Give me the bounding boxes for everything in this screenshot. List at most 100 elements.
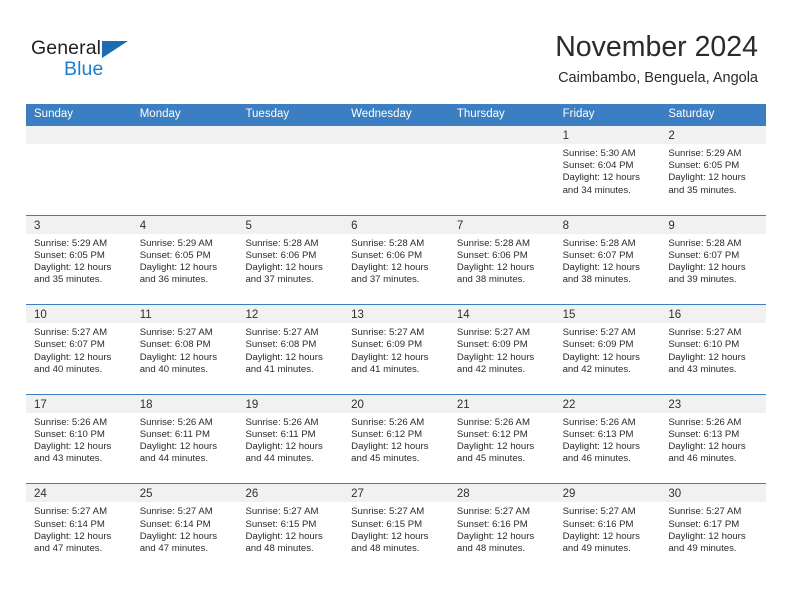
sunset-text: Sunset: 6:05 PM <box>34 249 105 261</box>
day-cell[interactable]: 2 Sunrise: 5:29 AM Sunset: 6:05 PM Dayli… <box>660 126 767 215</box>
sunset-text: Sunset: 6:14 PM <box>139 518 211 530</box>
sunset-text: Sunset: 6:16 PM <box>456 518 528 530</box>
day-details: Sunrise: 5:30 AM Sunset: 6:04 PM Dayligh… <box>555 144 661 197</box>
day-cell[interactable]: 28 Sunrise: 5:27 AM Sunset: 6:16 PM Dayl… <box>448 484 555 573</box>
sunset-text: Sunset: 6:08 PM <box>245 339 317 351</box>
sunset-text: Sunset: 6:09 PM <box>456 339 528 351</box>
title-block: November 2024 Caimbambo, Benguela, Angol… <box>555 30 758 87</box>
daylight-text-line2: and 44 minutes. <box>245 453 314 465</box>
daylight-text-line2: and 36 minutes. <box>139 274 208 286</box>
day-details: Sunrise: 5:27 AM Sunset: 6:14 PM Dayligh… <box>132 502 238 555</box>
daylight-text-line2: and 48 minutes. <box>351 542 420 554</box>
day-cell[interactable]: 6 Sunrise: 5:28 AM Sunset: 6:06 PM Dayli… <box>343 215 449 305</box>
day-cell[interactable]: 11 Sunrise: 5:27 AM Sunset: 6:08 PM Dayl… <box>131 305 238 394</box>
day-cell[interactable]: 25 Sunrise: 5:27 AM Sunset: 6:14 PM Dayl… <box>131 484 238 573</box>
day-number: 18 <box>139 398 153 411</box>
day-cell[interactable]: 30 Sunrise: 5:27 AM Sunset: 6:17 PM Dayl… <box>660 484 767 573</box>
day-cell[interactable] <box>237 126 344 215</box>
sunrise-text: Sunrise: 5:26 AM <box>245 416 319 428</box>
sunrise-text: Sunrise: 5:27 AM <box>245 327 319 339</box>
day-cell[interactable]: 14 Sunrise: 5:27 AM Sunset: 6:09 PM Dayl… <box>448 305 555 394</box>
day-number-band: 18 <box>131 394 238 413</box>
weekday-header-saturday: Saturday <box>668 108 715 120</box>
day-number: 9 <box>668 219 675 232</box>
day-cell[interactable]: 23 Sunrise: 5:26 AM Sunset: 6:13 PM Dayl… <box>660 394 767 484</box>
day-cell[interactable]: 9 Sunrise: 5:28 AM Sunset: 6:07 PM Dayli… <box>660 215 767 305</box>
day-cell[interactable] <box>343 126 449 215</box>
day-cell[interactable]: 15 Sunrise: 5:27 AM Sunset: 6:09 PM Dayl… <box>554 305 661 394</box>
day-cell[interactable]: 24 Sunrise: 5:27 AM Sunset: 6:14 PM Dayl… <box>26 484 132 573</box>
sunrise-text: Sunrise: 5:27 AM <box>34 506 108 518</box>
day-cell[interactable]: 19 Sunrise: 5:26 AM Sunset: 6:11 PM Dayl… <box>237 394 344 484</box>
day-cell[interactable]: 29 Sunrise: 5:27 AM Sunset: 6:16 PM Dayl… <box>554 484 661 573</box>
sunset-text: Sunset: 6:06 PM <box>456 249 528 261</box>
day-cell[interactable]: 8 Sunrise: 5:28 AM Sunset: 6:07 PM Dayli… <box>554 215 661 305</box>
day-cell[interactable]: 16 Sunrise: 5:27 AM Sunset: 6:10 PM Dayl… <box>660 305 767 394</box>
day-cell[interactable]: 13 Sunrise: 5:27 AM Sunset: 6:09 PM Dayl… <box>343 305 449 394</box>
day-number: 23 <box>668 398 682 411</box>
day-details: Sunrise: 5:26 AM Sunset: 6:13 PM Dayligh… <box>660 413 766 466</box>
page-title: November 2024 <box>555 31 758 63</box>
daylight-text-line1: Daylight: 12 hours <box>562 530 640 542</box>
daylight-text-line2: and 43 minutes. <box>34 453 103 465</box>
day-cell[interactable]: 1 Sunrise: 5:30 AM Sunset: 6:04 PM Dayli… <box>554 126 661 215</box>
day-cell[interactable]: 4 Sunrise: 5:29 AM Sunset: 6:05 PM Dayli… <box>131 215 238 305</box>
day-cell[interactable]: 18 Sunrise: 5:26 AM Sunset: 6:11 PM Dayl… <box>131 394 238 484</box>
day-details: Sunrise: 5:29 AM Sunset: 6:05 PM Dayligh… <box>26 234 132 287</box>
day-number-band: 16 <box>660 305 767 324</box>
day-cell[interactable]: 12 Sunrise: 5:27 AM Sunset: 6:08 PM Dayl… <box>237 305 344 394</box>
day-number: 1 <box>562 130 569 142</box>
day-details: Sunrise: 5:27 AM Sunset: 6:10 PM Dayligh… <box>660 323 766 376</box>
day-cell[interactable] <box>448 126 555 215</box>
day-cell[interactable]: 17 Sunrise: 5:26 AM Sunset: 6:10 PM Dayl… <box>26 394 132 484</box>
day-cell[interactable]: 26 Sunrise: 5:27 AM Sunset: 6:15 PM Dayl… <box>237 484 344 573</box>
day-number-band: 21 <box>448 394 555 413</box>
daylight-text-line1: Daylight: 12 hours <box>34 262 112 273</box>
day-cell[interactable]: 7 Sunrise: 5:28 AM Sunset: 6:06 PM Dayli… <box>448 215 555 305</box>
daylight-text-line1: Daylight: 12 hours <box>668 441 746 453</box>
day-number: 13 <box>351 309 364 322</box>
day-number: 27 <box>351 488 364 501</box>
day-cell[interactable]: 27 Sunrise: 5:27 AM Sunset: 6:15 PM Dayl… <box>343 484 449 573</box>
sunset-text: Sunset: 6:12 PM <box>456 428 528 440</box>
day-number-band: 20 <box>343 394 449 413</box>
day-details <box>132 144 238 148</box>
daylight-text-line1: Daylight: 12 hours <box>139 441 218 453</box>
weekday-header-sunday: Sunday <box>34 108 74 120</box>
day-details <box>449 144 555 148</box>
daylight-text-line2: and 46 minutes. <box>668 453 737 465</box>
sunrise-text: Sunrise: 5:27 AM <box>351 327 425 339</box>
day-details: Sunrise: 5:26 AM Sunset: 6:11 PM Dayligh… <box>132 413 238 466</box>
generalblue-logo[interactable]: General Blue <box>31 37 151 83</box>
sunset-text: Sunset: 6:13 PM <box>562 428 634 440</box>
day-cell[interactable] <box>131 126 238 215</box>
day-number-band: 27 <box>343 484 449 503</box>
day-details: Sunrise: 5:28 AM Sunset: 6:06 PM Dayligh… <box>343 234 449 287</box>
day-cell[interactable]: 3 Sunrise: 5:29 AM Sunset: 6:05 PM Dayli… <box>26 215 132 305</box>
sunrise-text: Sunrise: 5:30 AM <box>562 148 636 159</box>
sunset-text: Sunset: 6:13 PM <box>668 428 740 440</box>
day-number: 6 <box>351 219 358 232</box>
daylight-text-line1: Daylight: 12 hours <box>34 351 112 363</box>
daylight-text-line1: Daylight: 12 hours <box>139 262 218 273</box>
day-number-band <box>131 126 238 144</box>
logo-text-blue: Blue <box>64 58 104 80</box>
daylight-text-line1: Daylight: 12 hours <box>456 441 535 453</box>
day-details: Sunrise: 5:27 AM Sunset: 6:09 PM Dayligh… <box>449 323 555 376</box>
day-details: Sunrise: 5:26 AM Sunset: 6:13 PM Dayligh… <box>555 413 661 466</box>
day-cell[interactable]: 10 Sunrise: 5:27 AM Sunset: 6:07 PM Dayl… <box>26 305 132 394</box>
sunset-text: Sunset: 6:06 PM <box>245 249 317 261</box>
day-cell[interactable]: 20 Sunrise: 5:26 AM Sunset: 6:12 PM Dayl… <box>343 394 449 484</box>
logo-triangle-icon <box>102 40 128 58</box>
day-cell[interactable]: 21 Sunrise: 5:26 AM Sunset: 6:12 PM Dayl… <box>448 394 555 484</box>
day-number: 22 <box>562 398 576 411</box>
day-number: 4 <box>139 219 147 232</box>
day-number-band: 17 <box>26 394 132 413</box>
daylight-text-line2: and 44 minutes. <box>139 453 208 465</box>
sunrise-text: Sunrise: 5:27 AM <box>351 506 425 518</box>
day-cell[interactable] <box>26 126 132 215</box>
day-cell[interactable]: 5 Sunrise: 5:28 AM Sunset: 6:06 PM Dayli… <box>237 215 344 305</box>
sunrise-text: Sunrise: 5:27 AM <box>562 506 636 518</box>
day-cell[interactable]: 22 Sunrise: 5:26 AM Sunset: 6:13 PM Dayl… <box>554 394 661 484</box>
sunrise-text: Sunrise: 5:26 AM <box>139 416 213 428</box>
